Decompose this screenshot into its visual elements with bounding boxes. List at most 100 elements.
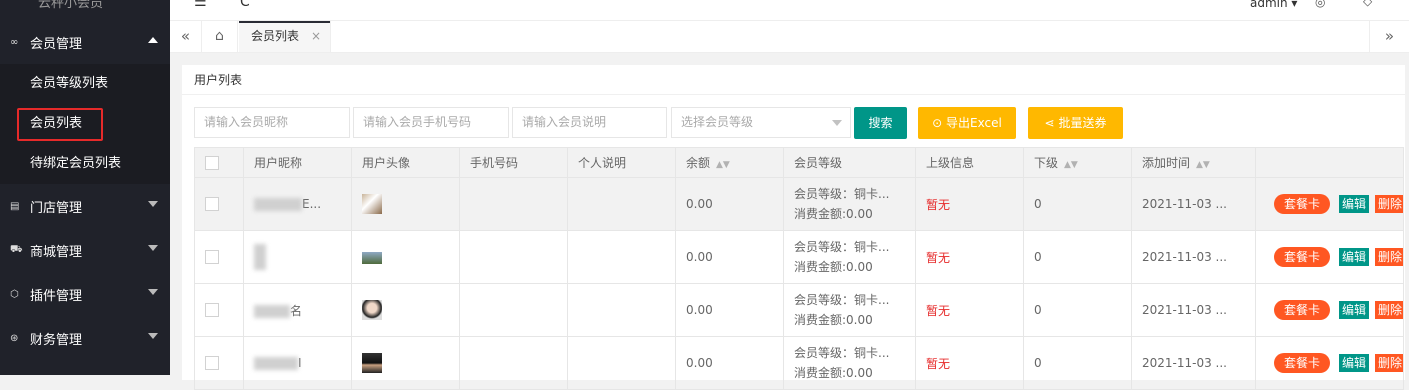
- avatar-cell: [351, 177, 460, 231]
- sidebar-item-pending-bind-list[interactable]: 待绑定会员列表: [0, 144, 170, 184]
- row-checkbox[interactable]: [205, 303, 219, 318]
- col-level: 会员等级: [783, 147, 916, 178]
- table-row[interactable]: I 0.00 会员等级：铜卡... 消费金额:0.00 暂无 0 2021-11-…: [194, 336, 1404, 390]
- description-cell: [567, 230, 676, 284]
- description-input[interactable]: 请输入会员说明: [512, 107, 667, 138]
- edit-button[interactable]: 编辑: [1339, 354, 1370, 372]
- chevron-down-icon: [148, 333, 158, 339]
- col-children[interactable]: 下级 ▲▼: [1023, 147, 1132, 178]
- menu-mall-management[interactable]: ⛟ 商城管理: [0, 228, 170, 272]
- package-card-button[interactable]: 套餐卡: [1274, 300, 1331, 320]
- phone-cell: [459, 230, 568, 284]
- avatar-cell: [351, 283, 460, 337]
- description-cell: [567, 336, 676, 390]
- avatar: [362, 251, 382, 264]
- package-card-button[interactable]: 套餐卡: [1274, 353, 1331, 373]
- avatar: [362, 353, 382, 373]
- menu-store-management[interactable]: ▤ 门店管理: [0, 184, 170, 228]
- phone-cell: [459, 283, 568, 337]
- col-balance[interactable]: 余额 ▲▼: [675, 147, 784, 178]
- nickname-text: I: [298, 356, 302, 370]
- scroll-left-icon[interactable]: «: [170, 21, 202, 52]
- nickname-text: 名: [290, 303, 303, 318]
- sort-icon[interactable]: ▲▼: [716, 160, 730, 170]
- tab-member-list[interactable]: 会员列表 ×: [239, 21, 331, 52]
- select-all-cell[interactable]: [194, 147, 244, 178]
- share-icon: ⋖: [1044, 116, 1055, 130]
- menu-label: 会员管理: [30, 36, 83, 52]
- theme-icon[interactable]: ◎: [1315, 0, 1325, 9]
- refresh-icon[interactable]: C: [240, 0, 250, 10]
- col-label: 下级: [1034, 156, 1059, 170]
- menu-plugin-management[interactable]: ⬡ 插件管理: [0, 272, 170, 316]
- delete-button[interactable]: 删除: [1375, 354, 1403, 372]
- nickname-cell: I: [243, 336, 352, 390]
- blurred-nickname: [254, 198, 302, 211]
- member-level-select[interactable]: 选择会员等级: [671, 107, 851, 138]
- chevron-down-icon: [148, 289, 158, 295]
- edit-button[interactable]: 编辑: [1339, 195, 1370, 213]
- col-added-time[interactable]: 添加时间 ▲▼: [1131, 147, 1256, 178]
- notification-icon[interactable]: ◇: [1363, 0, 1372, 8]
- store-icon: ▤: [10, 200, 20, 212]
- cart-icon: ⛟: [10, 243, 23, 255]
- avatar-cell: [351, 230, 460, 284]
- member-table: 用户昵称 用户头像 手机号码 个人说明 余额 ▲▼ 会员等级 上级信息 下级 ▲▼ …: [194, 147, 1404, 390]
- batch-coupon-button[interactable]: ⋖ 批量送券: [1028, 107, 1123, 139]
- menu-toggle-icon[interactable]: ☰: [194, 0, 207, 10]
- close-icon[interactable]: ×: [311, 21, 321, 52]
- level-text: 会员等级：铜卡...: [794, 346, 890, 360]
- time-cell: 2021-11-03 ...: [1131, 177, 1256, 231]
- actions-cell: 套餐卡 编辑 删除: [1255, 336, 1404, 390]
- user-menu[interactable]: admin ▾: [1250, 0, 1297, 10]
- avatar: [362, 194, 382, 214]
- edit-button[interactable]: 编辑: [1339, 301, 1370, 319]
- phone-input[interactable]: 请输入会员手机号码: [353, 107, 509, 138]
- parent-cell: 暂无: [915, 177, 1024, 231]
- level-cell: 会员等级：铜卡... 消费金额:0.00: [783, 336, 916, 390]
- description-cell: [567, 283, 676, 337]
- level-cell: 会员等级：铜卡... 消费金额:0.00: [783, 230, 916, 284]
- chevron-down-icon: [148, 245, 158, 251]
- col-avatar: 用户头像: [351, 147, 460, 178]
- select-all-checkbox[interactable]: [205, 155, 219, 170]
- edit-button[interactable]: 编辑: [1339, 248, 1370, 266]
- package-card-button[interactable]: 套餐卡: [1274, 194, 1331, 214]
- table-row[interactable]: 名 0.00 会员等级：铜卡... 消费金额:0.00 暂无 0 2021-11-…: [194, 283, 1404, 337]
- brand-logo-text: 云秤小会员: [38, 0, 104, 11]
- col-label: 余额: [686, 156, 711, 170]
- col-description: 个人说明: [567, 147, 676, 178]
- delete-button[interactable]: 删除: [1375, 301, 1403, 319]
- download-icon: ⊙: [932, 116, 943, 130]
- scroll-right-icon[interactable]: »: [1369, 21, 1409, 52]
- menu-member-management[interactable]: ∞ 会员管理: [0, 20, 170, 64]
- row-checkbox[interactable]: [205, 356, 219, 371]
- search-button[interactable]: 搜索: [854, 107, 907, 139]
- nickname-cell: 名: [243, 283, 352, 337]
- level-cell: 会员等级：铜卡... 消费金额:0.00: [783, 283, 916, 337]
- avatar-cell: [351, 336, 460, 390]
- sort-icon[interactable]: ▲▼: [1064, 160, 1078, 170]
- sidebar-item-member-list[interactable]: 会员列表: [0, 104, 170, 144]
- table-row[interactable]: E... 0.00 会员等级：铜卡... 消费金额:0.00 暂无 0 2021-…: [194, 177, 1404, 231]
- row-checkbox[interactable]: [205, 197, 219, 212]
- phone-cell: [459, 336, 568, 390]
- sidebar: 云秤小会员 ∞ 会员管理 会员等级列表 会员列表 待绑定会员列表 ▤ 门店管理 …: [0, 0, 170, 375]
- menu-finance-management[interactable]: ⊛ 财务管理: [0, 316, 170, 360]
- delete-button[interactable]: 删除: [1375, 248, 1403, 266]
- delete-button[interactable]: 删除: [1375, 195, 1403, 213]
- menu-label: 商城管理: [30, 244, 83, 260]
- children-cell: 0: [1023, 283, 1132, 337]
- table-row[interactable]: 0.00 会员等级：铜卡... 消费金额:0.00 暂无 0 2021-11-03…: [194, 230, 1404, 284]
- sidebar-item-member-level-list[interactable]: 会员等级列表: [0, 64, 170, 104]
- export-excel-button[interactable]: ⊙ 导出Excel: [918, 107, 1016, 139]
- home-icon[interactable]: ⌂: [202, 21, 238, 52]
- description-cell: [567, 177, 676, 231]
- time-cell: 2021-11-03 ...: [1131, 336, 1256, 390]
- row-checkbox[interactable]: [205, 250, 219, 265]
- actions-cell: 套餐卡 编辑 删除: [1255, 177, 1404, 231]
- sort-icon[interactable]: ▲▼: [1196, 160, 1210, 170]
- col-label: 添加时间: [1142, 156, 1191, 170]
- package-card-button[interactable]: 套餐卡: [1274, 247, 1331, 267]
- nickname-input[interactable]: 请输入会员昵称: [194, 107, 350, 138]
